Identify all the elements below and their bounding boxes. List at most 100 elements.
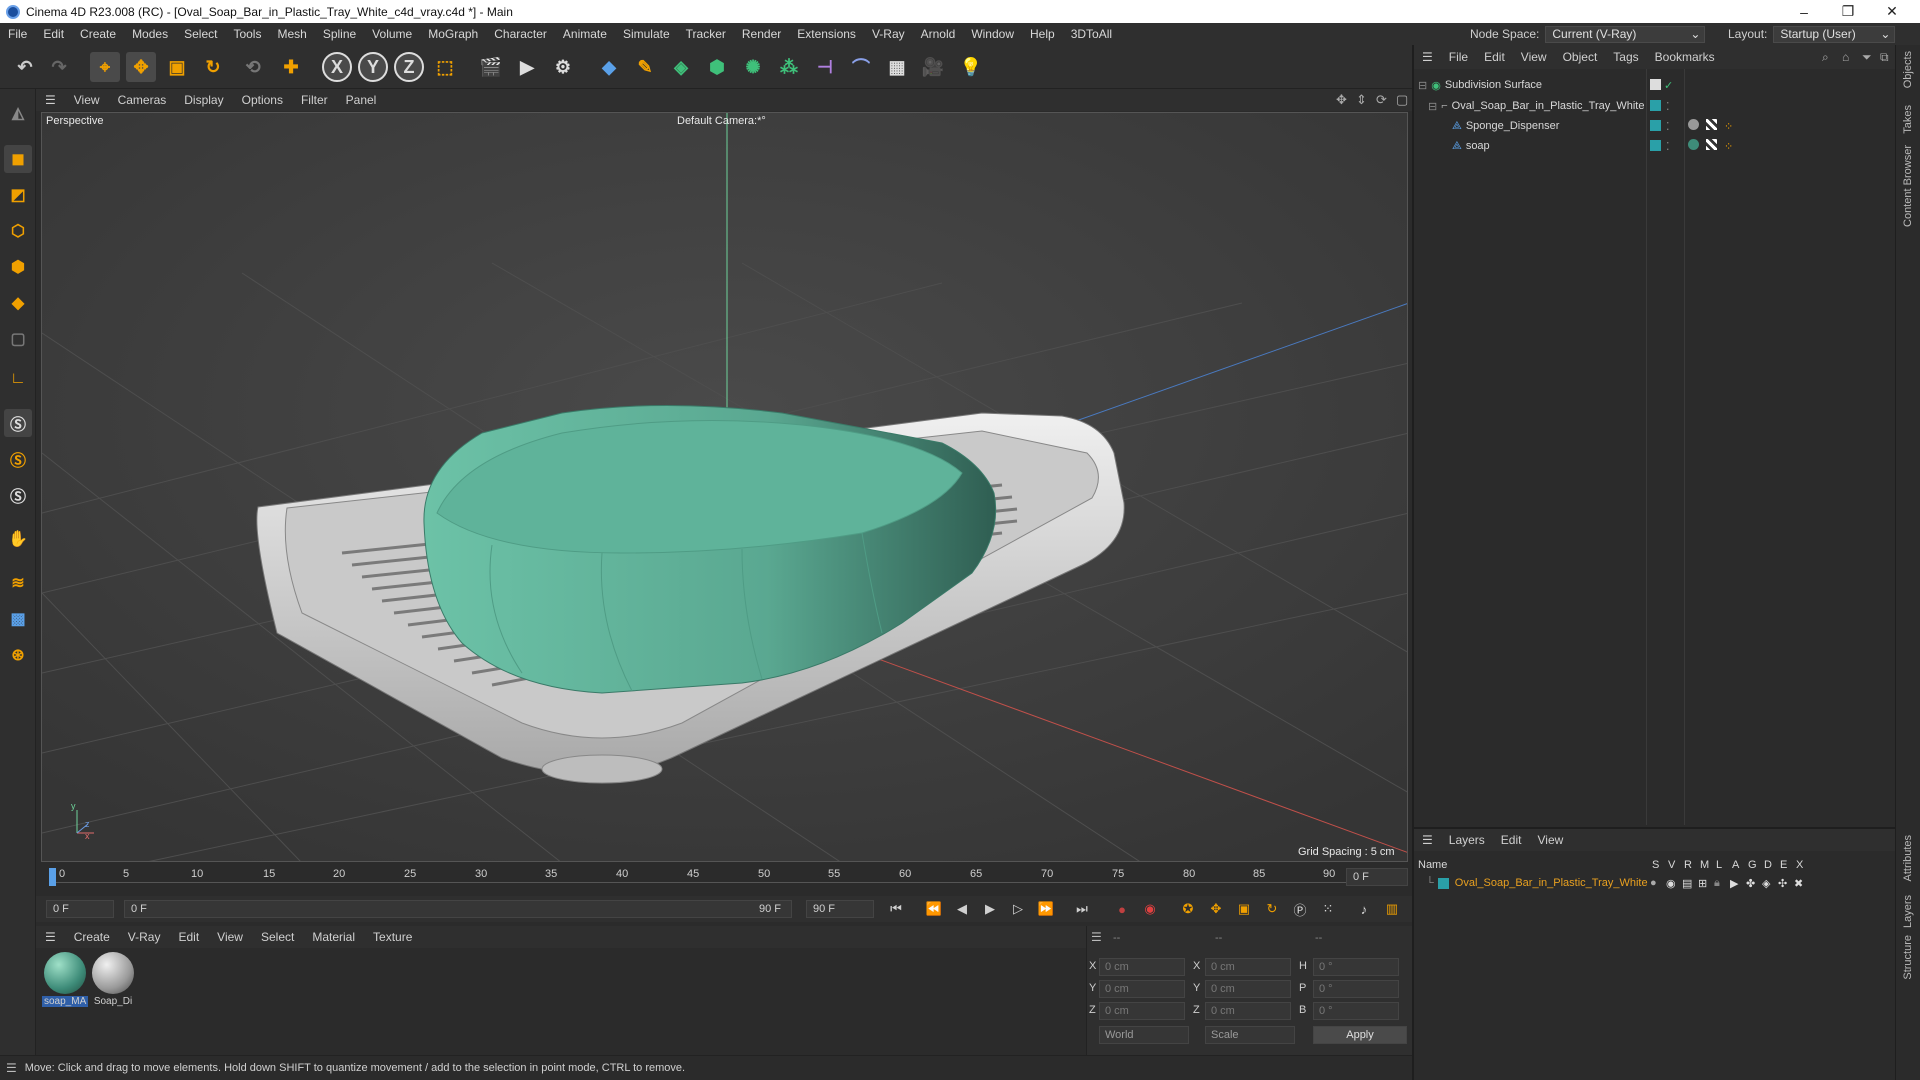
menu-mesh[interactable]: Mesh	[269, 23, 314, 45]
points-mode-icon[interactable]: ⬡	[4, 217, 32, 245]
collapse-icon[interactable]: ⊟	[1428, 100, 1437, 113]
viewport-menu-view[interactable]: View	[65, 93, 109, 107]
material-menu-edit[interactable]: Edit	[169, 930, 208, 944]
field-icon[interactable]: ⌒	[846, 52, 876, 82]
material-menu-create[interactable]: Create	[65, 930, 119, 944]
object-menu-object[interactable]: Object	[1555, 50, 1606, 64]
select-tool-icon[interactable]: ⌖	[90, 52, 120, 82]
redo-icon[interactable]: ↷	[44, 52, 74, 82]
texture-mode-icon[interactable]: ◩	[4, 181, 32, 209]
solo-icon[interactable]: ●	[1650, 877, 1657, 889]
snap-settings-icon[interactable]: Ⓢ	[4, 445, 32, 473]
menu-vray[interactable]: V-Ray	[864, 23, 913, 45]
start-frame-field[interactable]: 0 F	[46, 900, 114, 918]
subdivision-icon[interactable]: ◈	[666, 52, 696, 82]
object-row-sponge-dispenser[interactable]: ⟁ Sponge_Dispenser ⁚ ⁘	[1414, 116, 1897, 136]
end-frame-field[interactable]: 90 F	[806, 900, 874, 918]
snap-icon[interactable]: Ⓢ	[4, 409, 32, 437]
coordinate-system-icon[interactable]: ⬚	[430, 52, 460, 82]
undo-icon[interactable]: ↶	[10, 52, 40, 82]
filter-icon[interactable]: ⏷	[1862, 50, 1872, 65]
x-axis-lock-icon[interactable]: X	[322, 52, 352, 82]
go-to-start-icon[interactable]: ⏮	[884, 899, 908, 919]
camera-icon[interactable]: 🎥	[918, 52, 948, 82]
extrude-icon[interactable]: ⬢	[702, 52, 732, 82]
layer-row[interactable]: └ Oval_Soap_Bar_in_Plastic_Tray_White ● …	[1414, 873, 1897, 893]
fcurve-icon[interactable]: ▥	[1380, 899, 1404, 919]
layer-color-icon[interactable]	[1650, 140, 1661, 151]
maximize-view-icon[interactable]: ▢	[1396, 92, 1408, 108]
menu-file[interactable]: File	[0, 23, 35, 45]
coord-menu-icon[interactable]: ☰	[1091, 930, 1102, 944]
layer-color-icon[interactable]	[1650, 120, 1661, 131]
viewport-menu-filter[interactable]: Filter	[292, 93, 337, 107]
render-icon[interactable]: ▤	[1682, 877, 1692, 890]
lock-icon[interactable]: 🔒︎	[1714, 877, 1720, 890]
size-y-field[interactable]: 0 cm	[1205, 980, 1291, 998]
prev-key-icon[interactable]: ⏪	[922, 899, 946, 919]
material-menu-view[interactable]: View	[208, 930, 252, 944]
rot-b-field[interactable]: 0 °	[1313, 1002, 1399, 1020]
parameter-key-icon[interactable]: Ⓟ	[1288, 899, 1312, 919]
move-view-icon[interactable]: ✥	[1336, 92, 1347, 108]
rot-p-field[interactable]: 0 °	[1313, 980, 1399, 998]
scale-key-icon[interactable]: ▣	[1232, 899, 1256, 919]
z-axis-lock-icon[interactable]: Z	[394, 52, 424, 82]
keyframe-selection-icon[interactable]: ✪	[1176, 899, 1200, 919]
prev-frame-icon[interactable]: ◀	[950, 899, 974, 919]
3d-viewport[interactable]: Perspective Default Camera:*° Grid Spaci…	[41, 112, 1408, 862]
timeline-icon[interactable]: ♪	[1352, 899, 1376, 919]
phong-tag-icon[interactable]: ⁘	[1724, 140, 1733, 153]
rotate-tool-icon[interactable]: ↻	[198, 52, 228, 82]
add-object-icon[interactable]: ✚	[276, 52, 306, 82]
auto-key-icon[interactable]: ◉	[1138, 899, 1162, 919]
object-menu-tags[interactable]: Tags	[1605, 50, 1646, 64]
eye-icon[interactable]: ◉	[1666, 877, 1676, 890]
object-row-subdivision[interactable]: ⊟ ◉ Subdivision Surface ✓	[1414, 75, 1897, 95]
timeline-ruler[interactable]: 0 5 10 15 20 25 30 35 40 45 50 55 60 65 …	[36, 866, 1412, 888]
object-menu-edit[interactable]: Edit	[1476, 50, 1513, 64]
menu-arnold[interactable]: Arnold	[913, 23, 964, 45]
rotate-view-icon[interactable]: ⟳	[1376, 92, 1387, 108]
go-to-end-icon[interactable]: ⏭	[1070, 899, 1094, 919]
floor-icon[interactable]: ▦	[882, 52, 912, 82]
deformer-icon[interactable]: ⁂	[774, 52, 804, 82]
menu-tracker[interactable]: Tracker	[678, 23, 734, 45]
material-swatch-soap[interactable]: soap_MA	[42, 952, 89, 1007]
y-axis-lock-icon[interactable]: Y	[358, 52, 388, 82]
animation-icon[interactable]: ▶	[1730, 877, 1738, 890]
object-menu-view[interactable]: View	[1513, 50, 1555, 64]
tab-attributes[interactable]: Attributes	[1902, 835, 1914, 881]
playhead[interactable]	[49, 868, 56, 886]
material-tag-icon[interactable]	[1688, 139, 1699, 150]
point-level-icon[interactable]: ⁙	[1316, 899, 1340, 919]
tab-takes[interactable]: Takes	[1902, 105, 1914, 134]
new-window-icon[interactable]: ⧉	[1880, 50, 1889, 65]
menu-select[interactable]: Select	[176, 23, 225, 45]
layers-menu-view[interactable]: View	[1529, 833, 1571, 847]
cube-icon[interactable]: ◆	[594, 52, 624, 82]
menu-window[interactable]: Window	[963, 23, 1022, 45]
collapse-icon[interactable]: ⊟	[1418, 79, 1427, 92]
menu-spline[interactable]: Spline	[315, 23, 364, 45]
camera-label[interactable]: Default Camera:*°	[677, 115, 766, 127]
material-tag-icon[interactable]	[1688, 119, 1699, 130]
size-z-field[interactable]: 0 cm	[1205, 1002, 1291, 1020]
render-settings-icon[interactable]: ⚙	[548, 52, 578, 82]
record-icon[interactable]: ●	[1110, 899, 1134, 919]
menu-3dtoall[interactable]: 3DToAll	[1063, 23, 1120, 45]
object-menu-bookmarks[interactable]: Bookmarks	[1647, 50, 1723, 64]
pos-x-field[interactable]: 0 cm	[1099, 958, 1185, 976]
generators-icon[interactable]: ✤	[1746, 877, 1755, 890]
frame-range-slider[interactable]: 0 F 90 F	[124, 900, 792, 918]
object-menu-file[interactable]: File	[1441, 50, 1476, 64]
rot-h-field[interactable]: 0 °	[1313, 958, 1399, 976]
menu-simulate[interactable]: Simulate	[615, 23, 678, 45]
texture-tag-icon[interactable]	[1706, 139, 1717, 150]
workplane-icon[interactable]: ≋	[4, 569, 32, 597]
material-menu-select[interactable]: Select	[252, 930, 303, 944]
apply-button[interactable]: Apply	[1313, 1026, 1407, 1044]
menu-character[interactable]: Character	[486, 23, 555, 45]
menu-mograph[interactable]: MoGraph	[420, 23, 486, 45]
quantize-icon[interactable]: Ⓢ	[4, 481, 32, 509]
